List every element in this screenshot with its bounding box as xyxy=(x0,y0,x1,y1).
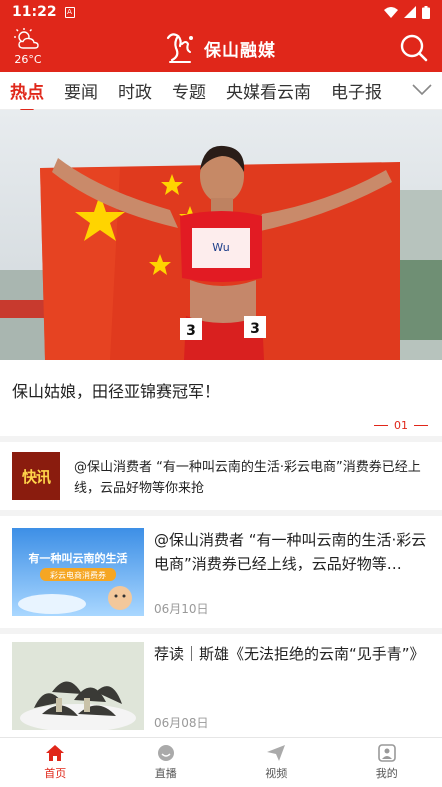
status-bar: 11:22 A xyxy=(0,0,442,24)
flash-news-item[interactable]: 快讯 @保山消费者 “有一种叫云南的生活·彩云电商”消费券已经上线，云品好物等你… xyxy=(0,442,442,510)
promo-thumbnail-image: 有一种叫云南的生活 彩云电商消费券 xyxy=(12,528,144,616)
nav-live[interactable]: 直播 xyxy=(111,738,222,787)
channel-tabs: 热点 要闻 时政 专题 央媒看云南 电子报 xyxy=(0,72,442,112)
profile-icon xyxy=(377,744,396,762)
nav-home[interactable]: 首页 xyxy=(0,738,111,787)
news-thumbnail xyxy=(12,642,144,730)
status-time: 11:22 xyxy=(12,4,57,20)
wifi-icon xyxy=(384,6,398,18)
news-thumbnail: 有一种叫云南的生活 彩云电商消费券 xyxy=(12,528,144,616)
thumb-title: 有一种叫云南的生活 xyxy=(29,551,128,565)
flash-badge: 快讯 xyxy=(12,452,60,500)
live-icon xyxy=(157,745,174,761)
hero-image: Wu 3 3 xyxy=(0,110,442,360)
nav-profile-label: 我的 xyxy=(375,767,398,780)
tab-news[interactable]: 要闻 xyxy=(64,78,98,103)
video-icon xyxy=(267,745,286,761)
news-title: 荐读｜斯雄《无法拒绝的云南“见手青”》 xyxy=(154,645,425,663)
hero-caption[interactable]: 保山姑娘，田径亚锦赛冠军！ xyxy=(12,378,220,402)
list-item[interactable]: 有一种叫云南的生活 彩云电商消费券 @保山消费者 “有一种叫云南的生活·彩云电商… xyxy=(0,516,442,628)
list-item[interactable]: 荐读｜斯雄《无法拒绝的云南“见手青”》 06月08日 xyxy=(0,630,442,742)
news-date: 06月10日 xyxy=(154,602,209,616)
app-header: 11:22 A 26°C 保山融媒 xyxy=(0,0,442,72)
title-bar: 26°C 保山融媒 xyxy=(0,24,442,72)
mushroom-dish-image xyxy=(12,642,144,730)
nav-profile[interactable]: 我的 xyxy=(332,738,442,787)
news-title: @保山消费者 “有一种叫云南的生活·彩云电商”消费券已经上线，云品好物等… xyxy=(154,531,427,573)
sim-card-icon: A xyxy=(64,6,75,18)
nav-video[interactable]: 视频 xyxy=(221,738,332,787)
home-icon xyxy=(46,745,65,761)
thumb-subtitle: 彩云电商消费券 xyxy=(50,570,106,580)
brand: 保山融媒 xyxy=(164,30,276,66)
flash-badge-label: 快讯 xyxy=(21,467,51,486)
nav-home-label: 首页 xyxy=(44,767,67,780)
tab-politics[interactable]: 时政 xyxy=(118,78,152,103)
app-name: 保山融媒 xyxy=(204,40,276,61)
chevron-down-icon[interactable] xyxy=(412,84,432,96)
cloudy-sun-icon xyxy=(14,28,39,49)
tab-hot[interactable]: 热点 xyxy=(10,78,44,112)
logo-icon xyxy=(166,33,193,63)
bib-number-right: 3 xyxy=(250,321,260,337)
hero-banner[interactable]: Wu 3 3 xyxy=(0,110,442,360)
bib-number-left: 3 xyxy=(186,323,196,339)
tab-e-paper[interactable]: 电子报 xyxy=(331,78,382,103)
carousel-page-number: 01 xyxy=(394,419,408,432)
bottom-navigation: 首页 直播 视频 我的 xyxy=(0,737,442,787)
news-date: 06月08日 xyxy=(154,716,209,730)
search-icon[interactable] xyxy=(400,34,428,62)
nav-video-label: 视频 xyxy=(265,767,288,780)
tab-central-media[interactable]: 央媒看云南 xyxy=(226,78,311,103)
temperature: 26°C xyxy=(14,53,42,66)
battery-icon xyxy=(422,5,430,19)
flash-news-text: @保山消费者 “有一种叫云南的生活·彩云电商”消费券已经上线，云品好物等你来抢 xyxy=(74,460,421,496)
signal-icon xyxy=(404,6,416,18)
weather-widget[interactable]: 26°C xyxy=(12,28,44,66)
carousel-indicator: 01 xyxy=(374,419,428,432)
nav-live-label: 直播 xyxy=(154,767,177,780)
bib-name: Wu xyxy=(212,241,229,254)
tab-topics[interactable]: 专题 xyxy=(172,78,206,103)
